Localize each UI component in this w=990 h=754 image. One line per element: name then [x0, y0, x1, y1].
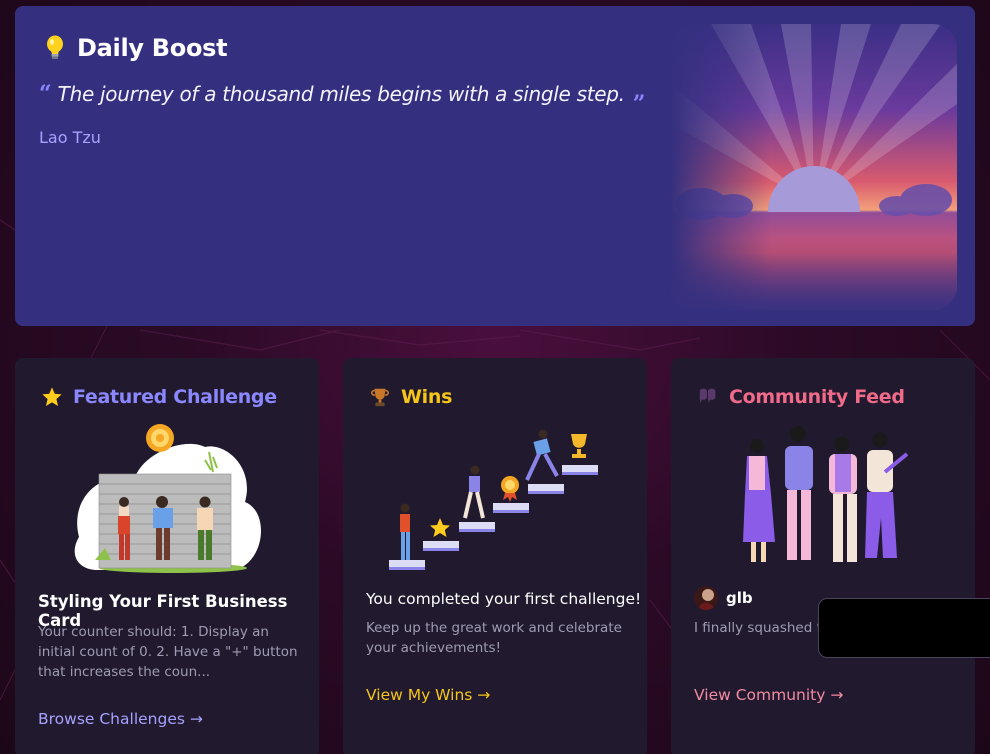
trophy-icon	[370, 388, 390, 407]
staircase-success-illustration	[389, 429, 598, 570]
community-feed-card: Community Feed glb I finally squashed th…	[671, 358, 975, 754]
sunset-illustration	[671, 24, 957, 310]
avatar[interactable]	[694, 586, 718, 610]
quote-text: The journey of a thousand miles begins w…	[57, 82, 625, 106]
challenge-description: Your counter should: 1. Display an initi…	[38, 624, 298, 680]
close-quote-icon: ”	[632, 91, 646, 117]
browse-challenges-link[interactable]: Browse Challenges →	[38, 710, 203, 728]
community-group-illustration	[743, 426, 909, 562]
daily-boost-header: Daily Boost	[45, 34, 228, 62]
wins-card: Wins You completed your first challenge!…	[343, 358, 647, 754]
open-quote-icon: “	[39, 81, 52, 107]
speech-bubbles-icon	[699, 388, 716, 404]
card-header: Wins	[369, 386, 452, 408]
feed-post-author[interactable]: glb	[694, 586, 753, 610]
win-headline: You completed your first challenge!	[366, 590, 642, 608]
lightbulb-icon	[47, 35, 63, 59]
daily-boost-title: Daily Boost	[77, 34, 228, 62]
floating-popup-box[interactable]	[818, 598, 990, 658]
card-header: Community Feed	[697, 386, 905, 408]
view-community-link[interactable]: View Community →	[694, 686, 843, 704]
view-my-wins-link[interactable]: View My Wins →	[366, 686, 490, 704]
star-icon	[42, 387, 62, 406]
quote-block: “ The journey of a thousand miles begins…	[39, 81, 646, 117]
featured-challenge-card: Featured Challenge Styling Your First Bu…	[15, 358, 319, 754]
community-feed-title: Community Feed	[729, 386, 905, 408]
wins-description: Keep up the great work and celebrate you…	[366, 620, 622, 656]
quote-author: Lao Tzu	[39, 128, 101, 147]
card-header: Featured Challenge	[41, 386, 277, 408]
wall-climb-illustration	[74, 424, 262, 573]
daily-boost-panel: Daily Boost “ The journey of a thousand …	[15, 6, 975, 326]
wins-title: Wins	[401, 386, 453, 408]
featured-challenge-title: Featured Challenge	[73, 386, 277, 408]
feed-username[interactable]: glb	[726, 589, 753, 607]
